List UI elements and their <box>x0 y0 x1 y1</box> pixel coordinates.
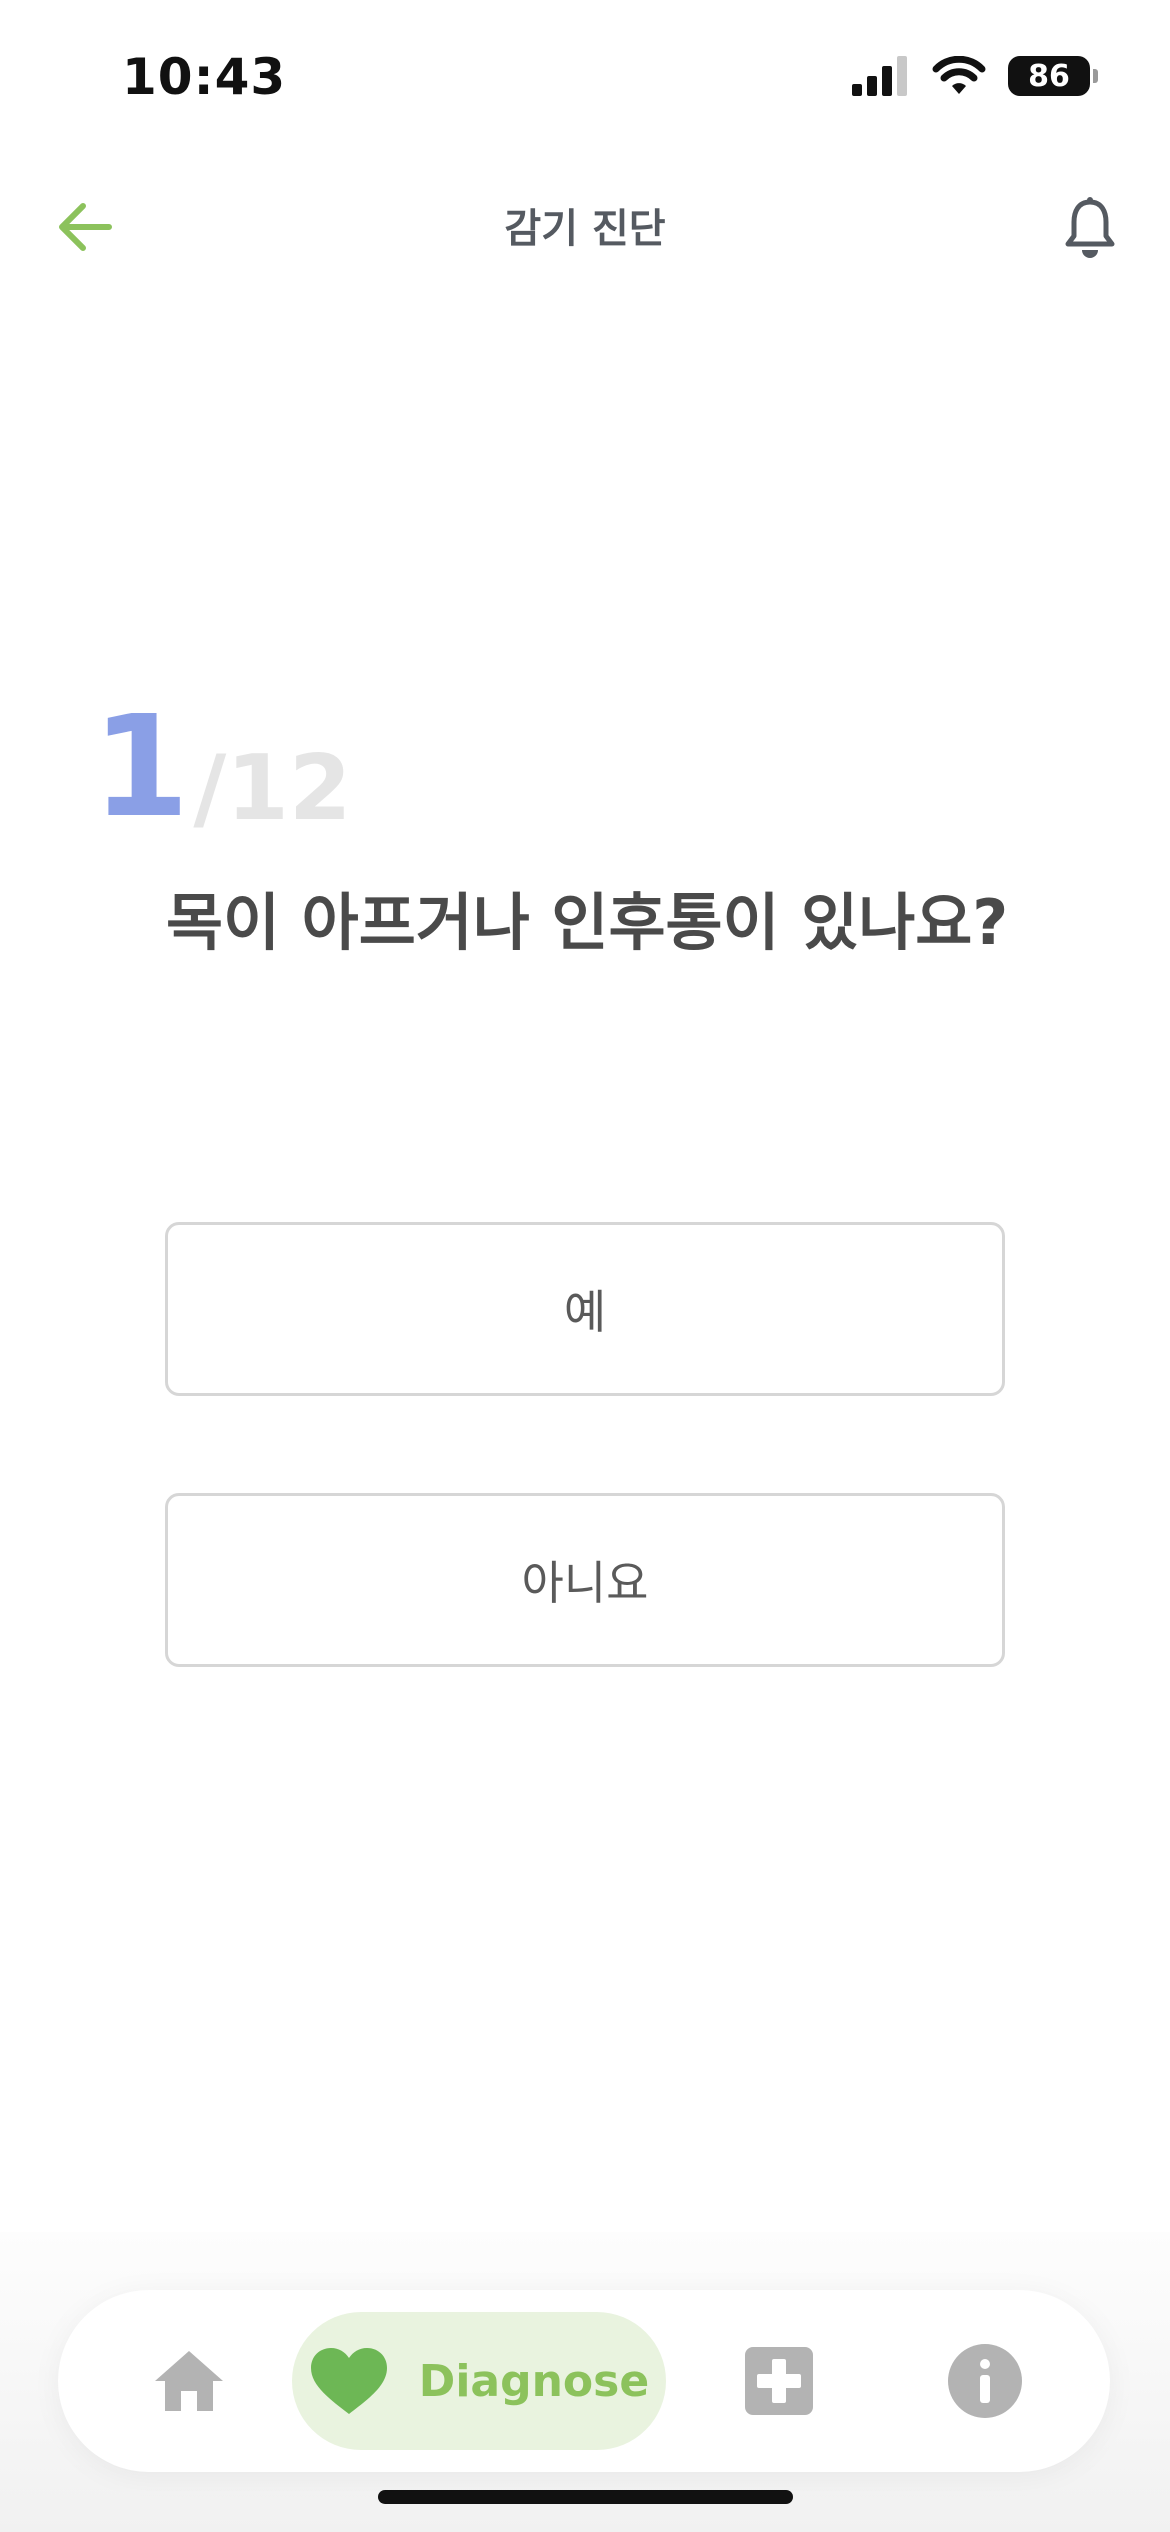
question-progress: 1 /12 <box>92 688 352 838</box>
notification-button[interactable] <box>1050 188 1130 268</box>
info-icon <box>948 2344 1022 2418</box>
nav-add[interactable] <box>734 2336 824 2426</box>
wifi-icon <box>932 56 986 94</box>
battery-icon: 86 <box>1008 56 1098 96</box>
nav-diagnose-label: Diagnose <box>418 2355 650 2407</box>
screen: 10:43 86 감기 진단 1 /12 목이 아프거나 인후통이 있나요? 예… <box>0 0 1170 2532</box>
plus-square-icon <box>745 2347 813 2415</box>
status-bar: 10:43 86 <box>0 0 1170 150</box>
status-time: 10:43 <box>122 48 287 106</box>
answer-no-button[interactable]: 아니요 <box>165 1493 1005 1667</box>
battery-cap <box>1093 69 1098 83</box>
bell-icon <box>1065 197 1115 258</box>
cellular-signal-icon <box>852 56 907 96</box>
battery-level: 86 <box>1028 58 1070 94</box>
header: 감기 진단 <box>0 170 1170 280</box>
answer-yes-button[interactable]: 예 <box>165 1222 1005 1396</box>
nav-home[interactable] <box>144 2336 234 2426</box>
nav-info[interactable] <box>940 2336 1030 2426</box>
heart-icon <box>310 2348 387 2414</box>
question-text: 목이 아프거나 인후통이 있나요? <box>166 886 1009 959</box>
home-indicator[interactable] <box>378 2490 793 2504</box>
progress-current: 1 <box>92 686 190 849</box>
bottom-nav: Diagnose <box>58 2290 1110 2472</box>
status-icons: 86 <box>852 56 1098 96</box>
progress-total: /12 <box>193 736 352 841</box>
home-icon <box>155 2351 223 2411</box>
page-title: 감기 진단 <box>504 206 666 252</box>
nav-diagnose[interactable]: Diagnose <box>292 2312 666 2450</box>
